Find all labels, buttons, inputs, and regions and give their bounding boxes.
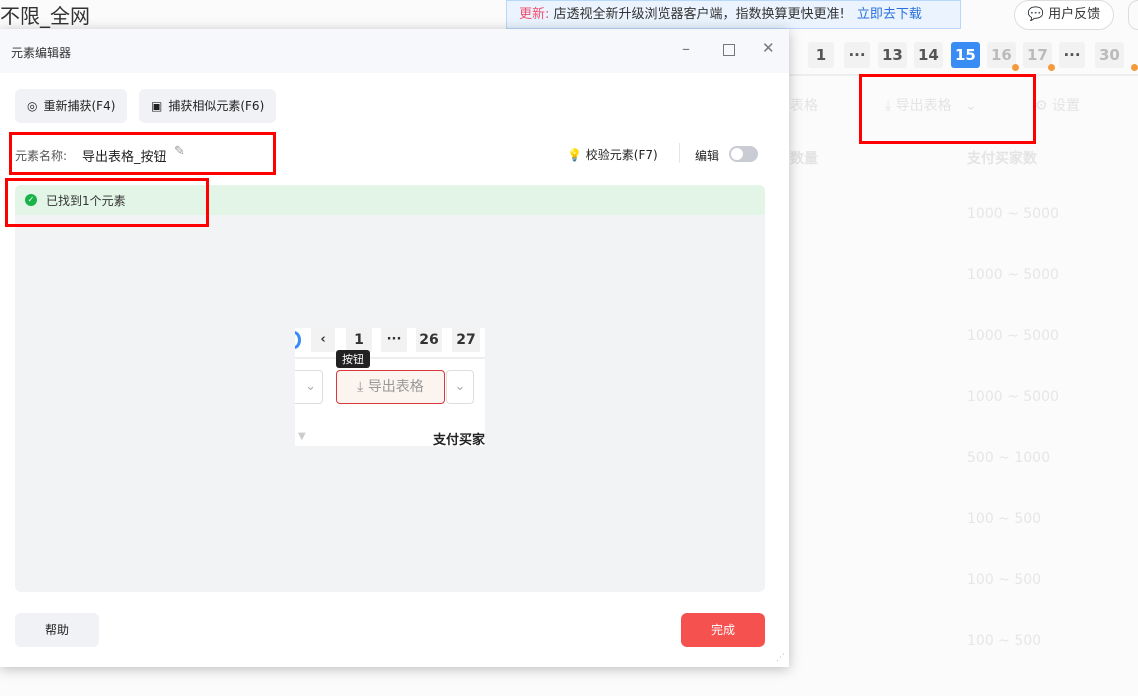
buyer-range: 1000 ~ 5000 (967, 206, 1059, 222)
recapture-button[interactable]: ◎ 重新捕获(F4) (15, 89, 128, 123)
page-title: 不限_全网 (0, 4, 90, 28)
edit-toggle[interactable] (729, 146, 758, 162)
snapshot-export-button: ⤓ 导出表格 (336, 370, 445, 404)
buyer-range: 500 ~ 1000 (967, 450, 1050, 466)
buyer-range: 1000 ~ 5000 (967, 267, 1059, 283)
table-tool-partial: 表格 (790, 98, 818, 114)
update-notice: 更新: 店透视全新升级浏览器客户端，指数换算更快更准! 立即去下载 (506, 0, 961, 29)
capture-similar-icon: ▣ (151, 99, 163, 113)
buyer-range: 1000 ~ 5000 (967, 328, 1059, 344)
snapshot-export-label: 导出表格 (367, 379, 424, 395)
help-button[interactable]: 帮助 (15, 613, 99, 647)
column-buyers: 支付买家数 (967, 151, 1037, 167)
page-ellipsis-2[interactable]: ··· (1059, 42, 1085, 68)
divider (679, 143, 680, 163)
page-13[interactable]: 13 (878, 42, 907, 68)
highlight-box-name (9, 132, 276, 175)
chat-icon: 💬 (1027, 7, 1045, 22)
highlight-box-found (5, 178, 209, 227)
download-link[interactable]: 立即去下载 (857, 7, 922, 22)
highlight-box-export (859, 74, 1036, 144)
element-snapshot: ‹ 1 ··· 26 27 ⌄ ⤓ 导出表格 ⌄ 按钮 ▼ 支付买家 (295, 328, 485, 446)
dialog-title: 元素编辑器 (11, 46, 72, 60)
snapshot-page: 1 (346, 328, 372, 352)
column-count: 数量 (790, 151, 818, 167)
recapture-icon: ◎ (27, 99, 38, 113)
feedback-label: 用户反馈 (1048, 7, 1101, 22)
badge-dot (1131, 64, 1138, 71)
snapshot-page: ··· (381, 328, 407, 352)
capture-similar-button[interactable]: ▣ 捕获相似元素(F6) (139, 89, 277, 123)
page-16[interactable]: 16 (987, 42, 1016, 68)
element-editor-dialog: 元素编辑器 – ✕ ◎ 重新捕获(F4) ▣ 捕获相似元素(F6) 元素名称: 导出… (0, 29, 789, 667)
buyer-range: 100 ~ 500 (967, 511, 1042, 527)
snapshot-tooltip: 按钮 (336, 350, 370, 368)
recapture-label: 重新捕获(F4) (43, 99, 116, 113)
feedback-button[interactable]: 💬 用户反馈 (1014, 0, 1114, 30)
done-label: 完成 (710, 623, 735, 637)
help-label: 帮助 (44, 623, 69, 637)
resize-handle-icon[interactable]: ⋰ (776, 653, 785, 663)
minimize-icon[interactable]: – (682, 39, 690, 58)
page-1[interactable]: 1 (808, 42, 834, 68)
snapshot-column: 支付买家 (433, 433, 485, 446)
notice-text: 店透视全新升级浏览器客户端，指数换算更快更准! (553, 7, 845, 22)
snapshot-page: 27 (452, 328, 480, 352)
chevron-down-icon: ⌄ (295, 370, 323, 404)
done-button[interactable]: 完成 (681, 613, 765, 647)
edit-label: 编辑 (695, 149, 720, 163)
capture-similar-label: 捕获相似元素(F6) (168, 99, 265, 113)
page-17[interactable]: 17 (1023, 42, 1052, 68)
verify-element-button[interactable]: 💡 校验元素(F7) (567, 146, 658, 163)
badge-dot (1048, 64, 1055, 71)
buyer-range: 100 ~ 500 (967, 572, 1042, 588)
maximize-icon[interactable] (723, 44, 735, 56)
notice-prefix: 更新: (519, 7, 550, 22)
settings-label: 设置 (1052, 98, 1081, 114)
more-button[interactable] (1128, 0, 1138, 30)
dialog-titlebar (0, 29, 789, 73)
verify-label: 校验元素(F7) (585, 148, 658, 162)
lightbulb-icon: 💡 (567, 148, 582, 162)
buyer-range: 100 ~ 500 (967, 633, 1042, 649)
badge-dot (1012, 64, 1019, 71)
buyer-range: 1000 ~ 5000 (967, 389, 1059, 405)
page-30[interactable]: 30 (1095, 42, 1124, 68)
page-ellipsis[interactable]: ··· (844, 42, 870, 68)
chevron-down-icon: ⌄ (446, 370, 474, 404)
page-15-active[interactable]: 15 (951, 42, 980, 68)
snapshot-page: 26 (416, 328, 442, 352)
close-icon[interactable]: ✕ (762, 39, 775, 57)
spinner-icon (295, 331, 301, 349)
prev-icon: ‹ (311, 328, 335, 352)
preview-area: ✓ 已找到1个元素 ‹ 1 ··· 26 27 ⌄ ⤓ 导出表格 ⌄ 按钮 ▼ … (15, 185, 765, 592)
settings-button[interactable]: ⚙ 设置 (1035, 95, 1080, 115)
page-14[interactable]: 14 (914, 42, 943, 68)
filter-icon: ▼ (298, 431, 306, 442)
